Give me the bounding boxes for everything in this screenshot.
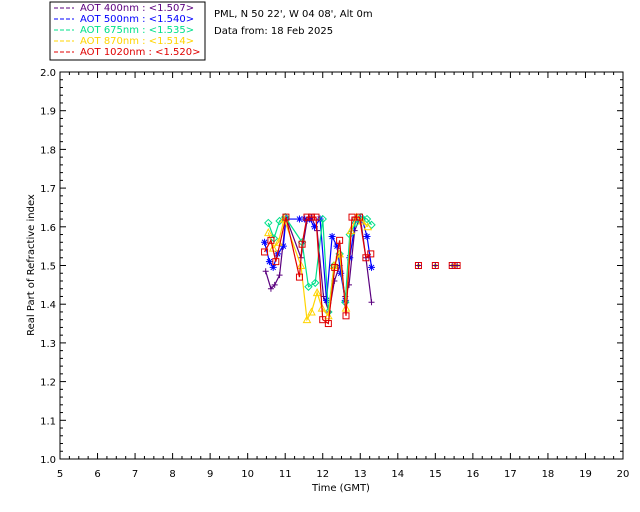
x-tick-label: 12 bbox=[316, 469, 329, 480]
series-layer bbox=[261, 212, 376, 328]
isolated-point bbox=[431, 262, 439, 269]
x-tick-label: 16 bbox=[466, 469, 479, 480]
data-point bbox=[276, 272, 283, 279]
legend-entry: AOT 870nm : <1.514> bbox=[80, 36, 194, 47]
y-tick-label: 1.8 bbox=[40, 145, 56, 156]
x-tick-label: 20 bbox=[617, 469, 630, 480]
x-tick-label: 6 bbox=[94, 469, 100, 480]
y-tick-label: 1.6 bbox=[40, 223, 56, 234]
chart-canvas: AOT 400nm : <1.507>AOT 500nm : <1.540>AO… bbox=[26, 1, 630, 494]
x-tick-label: 8 bbox=[169, 469, 175, 480]
data-point bbox=[368, 299, 375, 306]
y-tick-label: 1.5 bbox=[40, 262, 56, 273]
x-tick-label: 13 bbox=[354, 469, 367, 480]
y-tick-label: 1.2 bbox=[40, 378, 56, 389]
x-tick-label: 19 bbox=[579, 469, 592, 480]
data-point bbox=[363, 232, 371, 240]
data-point bbox=[328, 232, 336, 240]
x-tick-label: 9 bbox=[207, 469, 213, 480]
legend-entry: AOT 500nm : <1.540> bbox=[80, 14, 194, 25]
data-point bbox=[261, 238, 269, 246]
x-tick-label: 15 bbox=[429, 469, 442, 480]
x-tick-label: 18 bbox=[542, 469, 555, 480]
legend-entry: AOT 1020nm : <1.520> bbox=[80, 47, 200, 58]
y-tick-label: 1.3 bbox=[40, 339, 56, 350]
y-tick-label: 1.7 bbox=[40, 184, 56, 195]
legend-entry: AOT 675nm : <1.535> bbox=[80, 25, 194, 36]
site-title: PML, N 50 22', W 04 08', Alt 0m bbox=[214, 9, 373, 20]
y-tick-label: 1.1 bbox=[40, 416, 56, 427]
y-tick-label: 1.9 bbox=[40, 107, 56, 118]
data-point bbox=[265, 258, 273, 266]
x-tick-label: 17 bbox=[504, 469, 517, 480]
data-point bbox=[262, 268, 269, 275]
x-tick-label: 7 bbox=[132, 469, 138, 480]
legend-entry: AOT 400nm : <1.507> bbox=[80, 3, 194, 14]
isolated-points bbox=[414, 262, 461, 269]
x-tick-label: 11 bbox=[279, 469, 292, 480]
data-point bbox=[432, 262, 439, 269]
y-tick-label: 1.0 bbox=[40, 455, 56, 466]
data-point bbox=[368, 263, 376, 271]
series-line bbox=[267, 216, 369, 322]
y-axis-label: Real Part of Refractive index bbox=[26, 194, 37, 336]
x-axis-label: Time (GMT) bbox=[311, 483, 370, 494]
date-subtitle: Data from: 18 Feb 2025 bbox=[214, 26, 333, 37]
y-tick-label: 2.0 bbox=[40, 68, 56, 79]
y-tick-label: 1.4 bbox=[40, 300, 56, 311]
x-tick-label: 10 bbox=[241, 469, 254, 480]
data-point bbox=[415, 262, 422, 269]
x-tick-label: 5 bbox=[57, 469, 63, 480]
isolated-point bbox=[414, 262, 422, 269]
x-tick-label: 14 bbox=[391, 469, 404, 480]
